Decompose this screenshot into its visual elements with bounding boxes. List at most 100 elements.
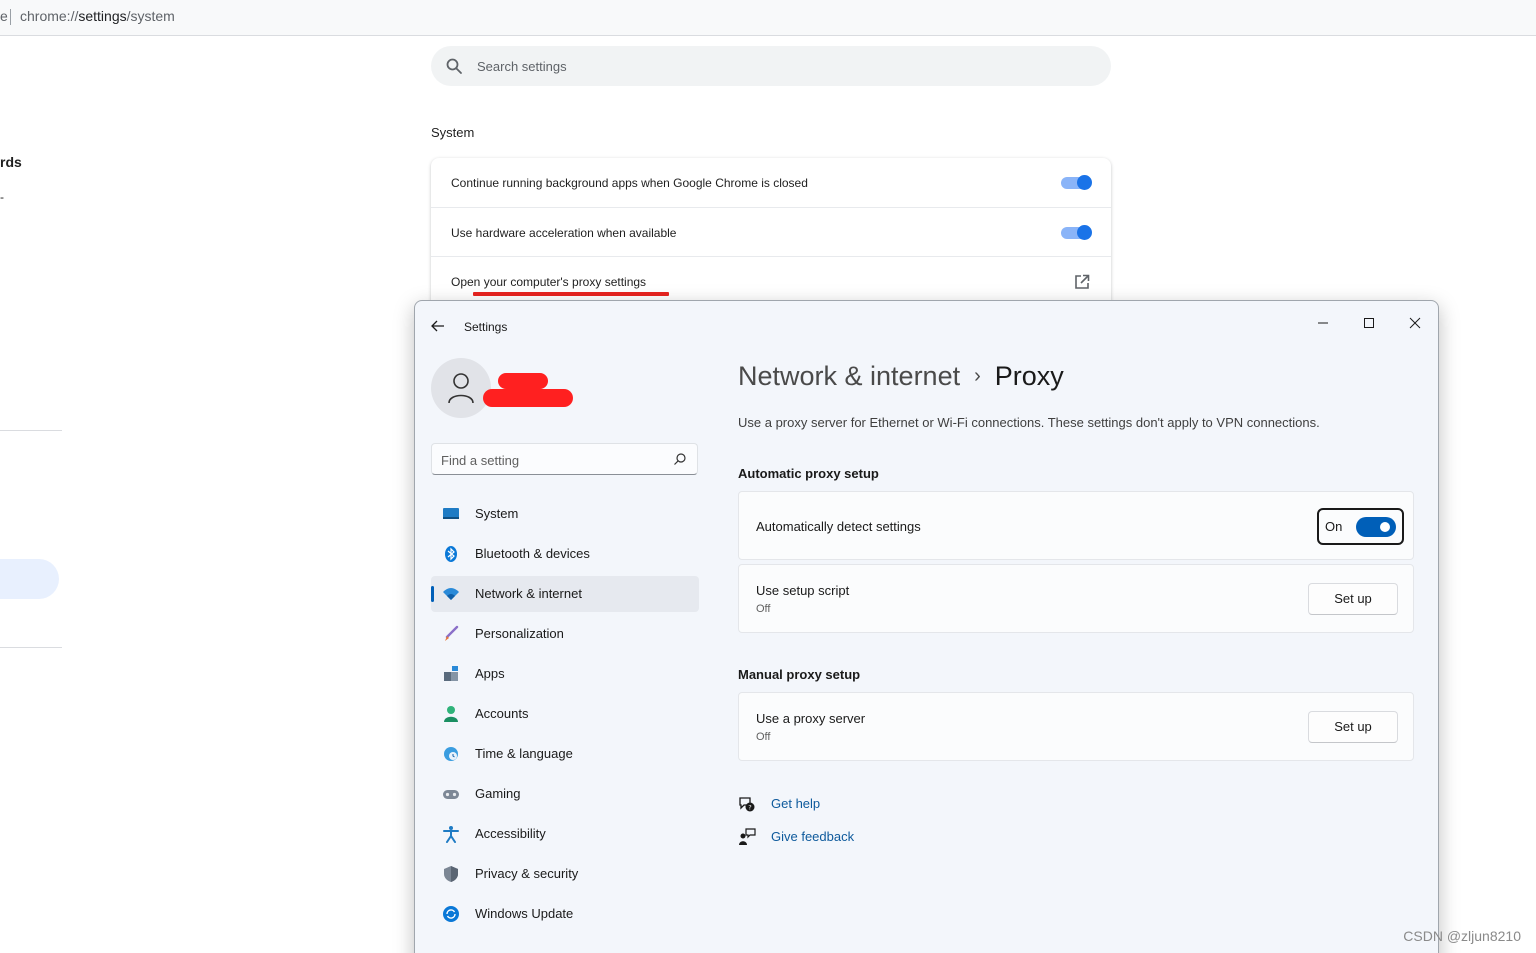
proxy-server-label: Use a proxy server xyxy=(756,711,866,726)
address-url[interactable]: chrome://settings/system xyxy=(20,8,175,24)
chevron-right-icon: › xyxy=(974,365,981,387)
nav-item-system[interactable]: System xyxy=(431,496,699,532)
screen: e chrome://settings/system rds - System … xyxy=(0,0,1536,953)
close-button[interactable] xyxy=(1392,307,1438,339)
toggle-state-label: On xyxy=(1325,519,1343,534)
search-icon xyxy=(674,453,686,465)
nav-label: Network & internet xyxy=(475,586,582,601)
search-input[interactable] xyxy=(477,56,1077,76)
nav-item-accounts[interactable]: Accounts xyxy=(431,696,699,732)
auto-detect-card: Automatically detect settings On xyxy=(738,491,1414,560)
red-underline-annotation xyxy=(473,292,669,296)
sidebar-item-fragment[interactable]: - xyxy=(0,190,4,204)
setting-row-hardware-acceleration[interactable]: Use hardware acceleration when available xyxy=(431,207,1111,256)
watermark: CSDN @zljun8210 xyxy=(1403,928,1521,944)
nav-label: Time & language xyxy=(475,746,573,761)
setup-script-label: Use setup script xyxy=(756,583,850,598)
maximize-icon xyxy=(1364,318,1374,328)
nav-item-windows-update[interactable]: Windows Update xyxy=(431,896,699,932)
address-bar-fragment: e xyxy=(0,8,8,24)
hardware-acceleration-toggle[interactable] xyxy=(1061,225,1092,240)
nav-label: Gaming xyxy=(475,786,521,801)
breadcrumb: Network & internet › Proxy xyxy=(738,361,1064,392)
chrome-settings-search[interactable] xyxy=(431,46,1111,86)
setting-row-proxy-settings[interactable]: Open your computer's proxy settings xyxy=(431,256,1111,305)
give-feedback-label: Give feedback xyxy=(771,829,855,844)
proxy-server-card: Use a proxy server Off Set up xyxy=(738,692,1414,761)
address-bar[interactable]: e chrome://settings/system xyxy=(0,0,1536,36)
toggle-knob xyxy=(1077,175,1092,190)
auto-detect-label: Automatically detect settings xyxy=(756,519,921,534)
minimize-button[interactable] xyxy=(1300,307,1346,339)
page-description: Use a proxy server for Ethernet or Wi-Fi… xyxy=(738,415,1320,430)
monitor-icon xyxy=(443,508,459,519)
back-arrow-icon[interactable] xyxy=(429,317,447,335)
nav-item-bluetooth[interactable]: Bluetooth & devices xyxy=(431,536,699,572)
setup-script-status: Off xyxy=(756,603,771,615)
nav-item-personalization[interactable]: Personalization xyxy=(431,616,699,652)
nav-item-time-language[interactable]: Time & language xyxy=(431,736,699,772)
maximize-button[interactable] xyxy=(1346,307,1392,339)
update-icon xyxy=(443,906,459,922)
nav-item-network[interactable]: Network & internet xyxy=(431,576,699,612)
setting-label: Open your computer's proxy settings xyxy=(451,275,647,289)
sidebar-item-fragment[interactable]: rds xyxy=(0,154,22,170)
gamepad-icon xyxy=(443,790,459,799)
person-icon xyxy=(444,706,458,722)
manual-proxy-heading: Manual proxy setup xyxy=(738,667,861,682)
redaction-mark xyxy=(483,389,573,407)
sidebar-divider xyxy=(0,430,62,431)
automatic-proxy-heading: Automatic proxy setup xyxy=(738,466,879,481)
breadcrumb-parent[interactable]: Network & internet xyxy=(738,361,960,391)
person-icon xyxy=(448,373,474,404)
setup-script-button[interactable]: Set up xyxy=(1308,583,1398,615)
svg-text:?: ? xyxy=(748,804,751,812)
url-scheme: chrome:// xyxy=(20,8,79,24)
external-link-icon[interactable] xyxy=(1073,273,1091,291)
nav-item-apps[interactable]: Apps xyxy=(431,656,699,692)
brush-icon xyxy=(445,625,459,641)
find-setting-input[interactable] xyxy=(441,451,661,469)
proxy-server-setup-button[interactable]: Set up xyxy=(1308,711,1398,743)
settings-nav: System Bluetooth & devices Network & int… xyxy=(431,496,699,936)
shield-icon xyxy=(444,866,458,882)
globe-clock-icon xyxy=(444,747,458,761)
toggle-knob xyxy=(1077,225,1092,240)
nav-label: Windows Update xyxy=(475,906,574,921)
help-icon: ? xyxy=(739,797,755,812)
toggle-knob xyxy=(1380,522,1390,532)
find-setting-box[interactable] xyxy=(431,443,698,475)
nav-label: Privacy & security xyxy=(475,866,579,881)
setting-row-background-apps[interactable]: Continue running background apps when Go… xyxy=(431,158,1111,207)
setup-script-card: Use setup script Off Set up xyxy=(738,564,1414,633)
auto-detect-toggle[interactable]: On xyxy=(1317,508,1404,545)
redaction-mark xyxy=(498,373,548,389)
nav-label: Accessibility xyxy=(475,826,546,841)
nav-label: Apps xyxy=(475,666,505,681)
background-apps-toggle[interactable] xyxy=(1061,175,1092,190)
page-title: Proxy xyxy=(994,361,1064,391)
nav-label: System xyxy=(475,506,519,521)
avatar[interactable] xyxy=(431,358,491,418)
setting-label: Use hardware acceleration when available xyxy=(451,226,677,240)
feedback-icon xyxy=(739,828,756,845)
accessibility-icon xyxy=(443,826,459,843)
windows-settings-window: Settings Find a setting System Bluetooth… xyxy=(414,300,1439,953)
get-help-label: Get help xyxy=(771,796,821,811)
toggle-track xyxy=(1356,517,1396,537)
nav-label: Bluetooth & devices xyxy=(475,546,590,561)
url-host: settings xyxy=(78,8,127,24)
nav-item-accessibility[interactable]: Accessibility xyxy=(431,816,699,852)
nav-label: Personalization xyxy=(475,626,564,641)
section-title: System xyxy=(431,125,475,140)
proxy-server-status: Off xyxy=(756,731,771,743)
nav-item-privacy-security[interactable]: Privacy & security xyxy=(431,856,699,892)
apps-icon xyxy=(444,666,458,681)
nav-label: Accounts xyxy=(475,706,529,721)
url-path: /system xyxy=(126,8,175,24)
sidebar-item-system-selected[interactable] xyxy=(0,559,59,599)
nav-item-gaming[interactable]: Gaming xyxy=(431,776,699,812)
sidebar-divider xyxy=(0,647,62,648)
wifi-icon xyxy=(443,588,459,600)
address-bar-divider xyxy=(10,9,11,25)
